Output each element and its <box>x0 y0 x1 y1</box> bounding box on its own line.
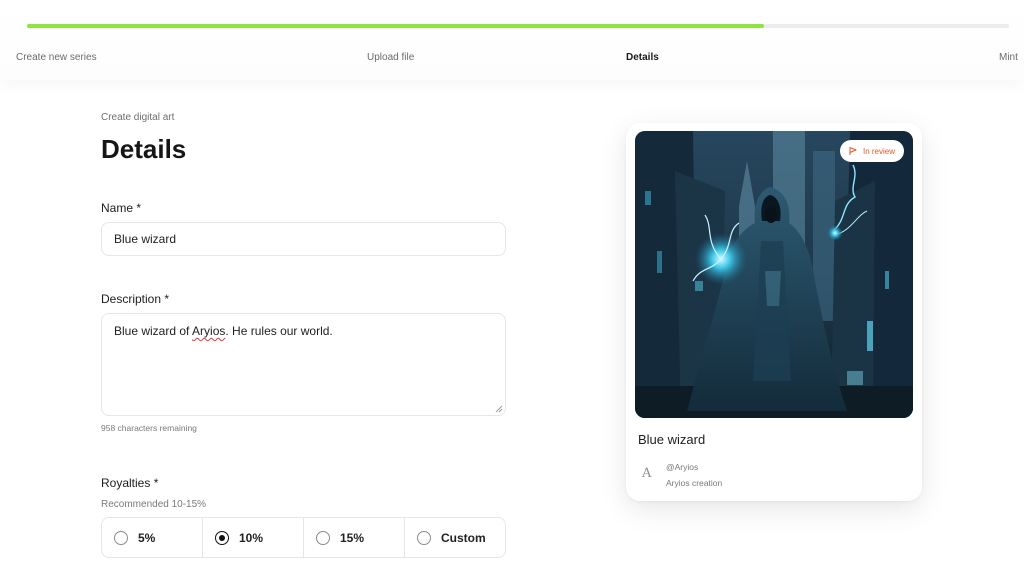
description-textarea[interactable]: Blue wizard of Aryios. He rules our worl… <box>101 313 506 416</box>
stepper-header: Create new series Upload file Details Mi… <box>0 0 1024 80</box>
progress-track <box>27 24 1009 28</box>
name-input[interactable]: Blue wizard <box>101 222 506 256</box>
royalty-option-label: 10% <box>239 530 264 545</box>
creator-handle[interactable]: @Aryios <box>666 462 698 472</box>
card-title: Blue wizard <box>638 432 706 447</box>
royalties-hint: Recommended 10-15% <box>101 499 207 510</box>
resize-grip-icon[interactable] <box>495 405 503 413</box>
royalties-radio-group: 5% 10% 15% Custom <box>101 517 506 558</box>
step-upload-file[interactable]: Upload file <box>367 52 414 63</box>
creator-logo-icon: A <box>642 466 652 481</box>
description-text-suffix: . He rules our world. <box>225 324 333 338</box>
royalties-label: Royalties * <box>101 476 159 490</box>
page-title: Details <box>101 134 187 164</box>
royalty-option-label: 15% <box>340 530 365 545</box>
radio-icon <box>316 530 330 545</box>
status-badge-label: In review <box>862 146 895 156</box>
description-label: Description * <box>101 292 170 306</box>
royalty-option-5[interactable]: 5% <box>102 518 203 557</box>
flag-icon <box>849 147 857 155</box>
royalty-option-custom[interactable]: Custom <box>405 518 505 557</box>
radio-icon <box>114 530 128 545</box>
royalty-option-label: Custom <box>441 530 486 545</box>
creator-subtitle: Aryios creation <box>666 478 723 488</box>
step-details[interactable]: Details <box>626 52 659 63</box>
progress-fill <box>27 24 764 28</box>
royalty-option-15[interactable]: 15% <box>304 518 405 557</box>
characters-remaining: 958 characters remaining <box>101 423 197 433</box>
royalty-option-10[interactable]: 10% <box>203 518 304 557</box>
radio-checked-icon <box>215 530 229 545</box>
nft-preview-card: In review Blue wizard A @Aryios Aryios c… <box>626 123 922 501</box>
step-create-new-series[interactable]: Create new series <box>16 52 97 63</box>
description-text-misspelled: Aryios <box>192 324 226 338</box>
description-text-prefix: Blue wizard of <box>114 324 193 338</box>
radio-icon <box>417 530 431 545</box>
royalty-option-label: 5% <box>138 530 156 545</box>
step-mint[interactable]: Mint <box>999 52 1018 63</box>
breadcrumb: Create digital art <box>101 112 175 123</box>
status-badge: In review <box>839 140 904 162</box>
name-label: Name * <box>101 201 142 215</box>
artwork-image: In review <box>635 131 913 418</box>
